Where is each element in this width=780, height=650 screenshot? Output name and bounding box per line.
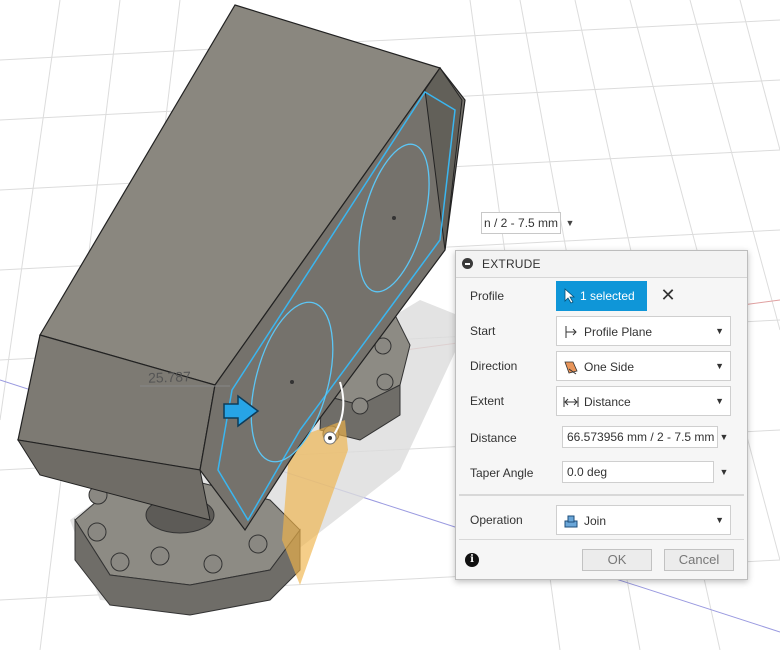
extent-select[interactable]: Distance ▼ <box>556 386 731 416</box>
distance-dropdown-icon[interactable]: ▼ <box>718 426 730 448</box>
extent-label: Extent <box>470 394 505 408</box>
direction-value: One Side <box>584 360 635 374</box>
cursor-arrow-icon <box>564 288 576 304</box>
chevron-down-icon: ▼ <box>715 361 724 371</box>
collapse-icon[interactable] <box>462 258 473 269</box>
ok-button[interactable]: OK <box>582 549 652 571</box>
chevron-down-icon: ▼ <box>715 326 724 336</box>
distance-label: Distance <box>470 431 517 445</box>
start-value: Profile Plane <box>584 325 653 339</box>
operation-value: Join <box>584 514 607 528</box>
operation-select[interactable]: Join ▼ <box>556 505 731 535</box>
start-select[interactable]: Profile Plane ▼ <box>556 316 731 346</box>
taper-angle-dropdown-icon[interactable]: ▼ <box>718 461 730 483</box>
clear-selection-icon[interactable]: ✕ <box>658 285 678 305</box>
dialog-header[interactable]: EXTRUDE <box>456 251 747 278</box>
operation-label: Operation <box>470 513 523 527</box>
info-icon[interactable]: i <box>465 553 479 567</box>
divider <box>459 539 744 540</box>
extent-value: Distance <box>584 395 631 409</box>
direction-select[interactable]: One Side ▼ <box>556 351 731 381</box>
extrude-dialog: EXTRUDE Profile 1 selected ✕ Start Profi… <box>455 250 748 580</box>
join-icon <box>564 515 578 528</box>
one-side-icon <box>564 361 578 375</box>
floating-input-dropdown-icon[interactable]: ▼ <box>563 212 577 234</box>
floating-distance-input[interactable]: n / 2 - 7.5 mm <box>481 212 561 234</box>
distance-icon <box>563 397 579 407</box>
start-label: Start <box>470 324 496 338</box>
profile-label: Profile <box>470 289 505 303</box>
chevron-down-icon: ▼ <box>715 396 724 406</box>
direction-label: Direction <box>470 359 518 373</box>
dialog-title: EXTRUDE <box>482 257 541 271</box>
cancel-button[interactable]: Cancel <box>664 549 734 571</box>
profile-select-button[interactable]: 1 selected <box>556 281 647 311</box>
chevron-down-icon: ▼ <box>715 515 724 525</box>
taper-angle-input[interactable]: 0.0 deg <box>562 461 714 483</box>
dimension-value[interactable]: 25.787 <box>148 368 191 385</box>
taper-angle-label: Taper Angle <box>470 466 534 480</box>
divider <box>459 494 744 496</box>
profile-plane-icon <box>565 326 577 338</box>
profile-selection-count: 1 selected <box>580 289 635 303</box>
distance-input[interactable]: 66.573956 mm / 2 - 7.5 mm <box>562 426 718 448</box>
